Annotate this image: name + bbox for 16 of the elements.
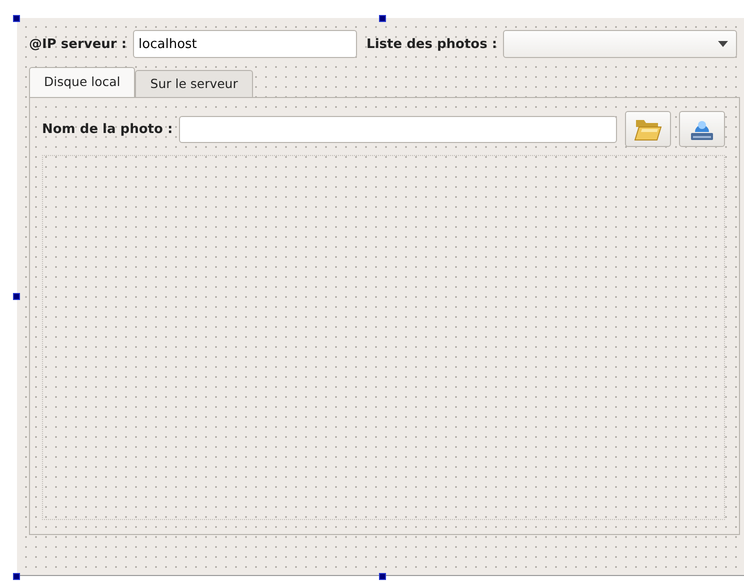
server-field[interactable]: localhost (132, 30, 357, 58)
photos-label: Liste des photos : (366, 36, 498, 52)
selection-handle (13, 293, 20, 300)
selection-handle (13, 573, 20, 580)
photos-combo[interactable] (503, 30, 737, 58)
upload-button[interactable] (679, 111, 725, 147)
photo-name-label: Nom de la photo : (42, 122, 173, 136)
selection-handle (13, 15, 20, 22)
server-label: @IP serveur : (29, 36, 127, 52)
selection-handle (379, 15, 386, 22)
tab[interactable]: Sur le serveur (135, 70, 253, 97)
selection-handle (379, 573, 386, 580)
open-folder-button[interactable] (625, 111, 671, 147)
caret-icon (718, 41, 728, 47)
photo-name-field[interactable] (178, 116, 617, 142)
tab[interactable]: Disque local (29, 67, 136, 97)
